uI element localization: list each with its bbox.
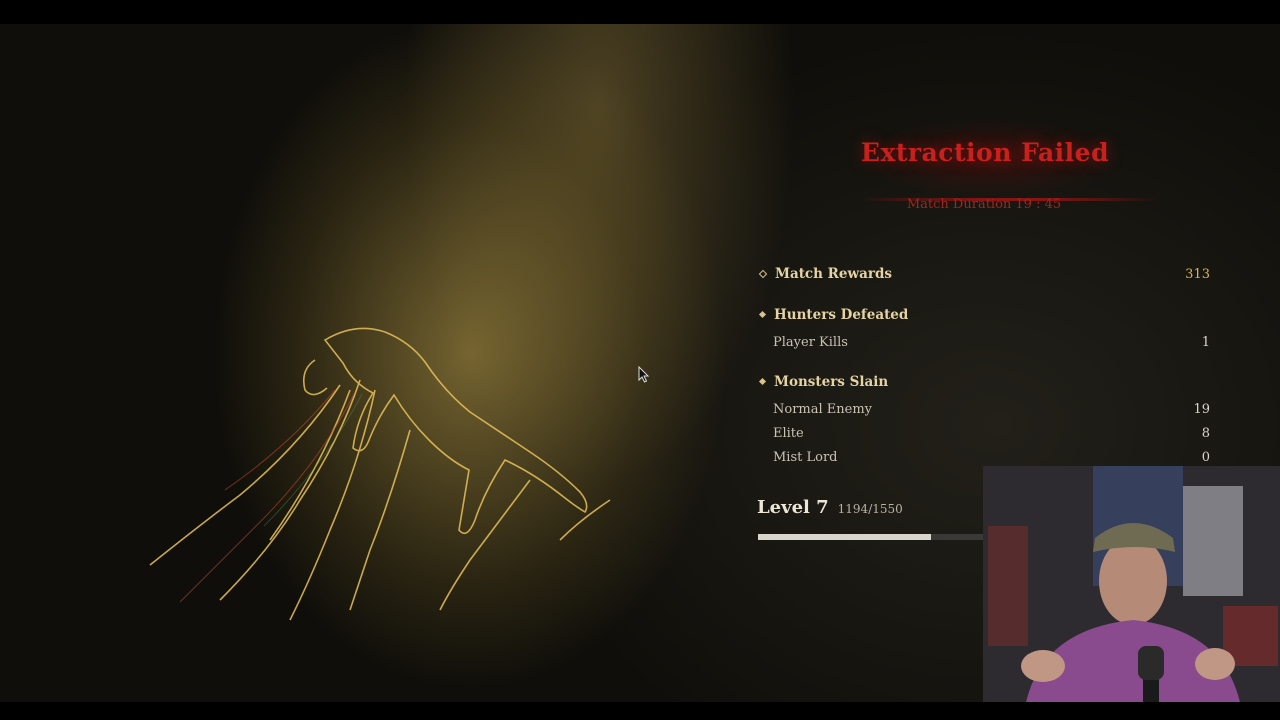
stat-label: Normal Enemy	[773, 402, 873, 417]
list-item: Player Kills 1	[757, 335, 1210, 350]
stat-label: Player Kills	[773, 335, 848, 350]
match-rewards-header: Match Rewards	[757, 266, 892, 282]
xp-value: 1194/1550	[837, 502, 903, 516]
diamond-icon	[758, 310, 767, 319]
stat-label: Mist Lord	[773, 450, 838, 465]
stat-value: 1	[1201, 335, 1210, 350]
monsters-slain-header-row: Monsters Slain	[757, 374, 1210, 390]
letterbox-bottom	[0, 702, 1280, 720]
golden-spirit-figure	[149, 327, 611, 621]
match-duration: Match Duration 19 : 45	[906, 197, 1062, 212]
level-display: Level 7 1194/1550	[757, 497, 903, 518]
stat-value: 8	[1201, 426, 1210, 441]
mouse-cursor-icon	[638, 366, 650, 383]
stat-value: 19	[1193, 402, 1210, 417]
list-item: Normal Enemy 19	[757, 402, 1210, 417]
streamer-camera-feed	[983, 466, 1280, 720]
stat-label: Elite	[773, 426, 804, 441]
diamond-icon	[758, 269, 768, 278]
hunters-defeated-header-row: Hunters Defeated	[757, 307, 1210, 323]
list-item: Elite 8	[757, 426, 1210, 441]
match-rewards-value: 313	[1185, 266, 1210, 282]
monsters-slain-header: Monsters Slain	[757, 374, 888, 390]
letterbox-top	[0, 0, 1280, 24]
page-title: Extraction Failed	[860, 138, 1110, 167]
level-label: Level 7	[757, 497, 829, 518]
webcam-overlay	[983, 466, 1280, 720]
list-item: Mist Lord 0	[757, 450, 1210, 465]
hunters-defeated-header: Hunters Defeated	[757, 307, 908, 323]
hunters-defeated-label: Hunters Defeated	[774, 307, 909, 323]
monsters-slain-label: Monsters Slain	[774, 374, 889, 390]
match-rewards-label: Match Rewards	[775, 266, 892, 282]
match-rewards-row: Match Rewards 313	[757, 266, 1210, 282]
diamond-icon	[758, 377, 767, 386]
xp-progress-bar	[758, 534, 983, 540]
xp-progress-fill	[758, 534, 932, 540]
stat-value: 0	[1201, 450, 1210, 465]
